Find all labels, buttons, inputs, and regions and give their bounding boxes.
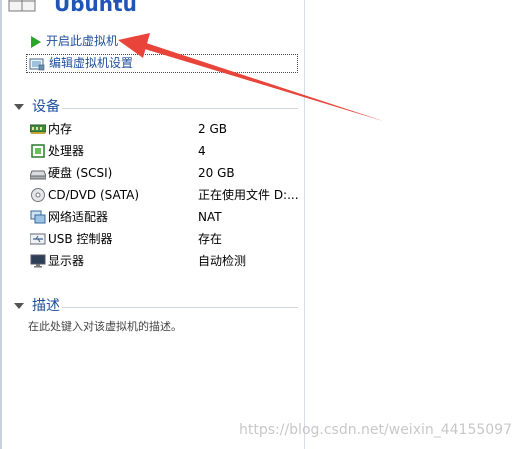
network-adapter-icon xyxy=(30,210,46,224)
panel-divider xyxy=(304,0,305,449)
harddisk-icon xyxy=(30,170,46,180)
device-row-harddisk[interactable]: 硬盘 (SCSI) 20 GB xyxy=(30,163,300,183)
processor-icon xyxy=(31,144,45,158)
device-name: USB 控制器 xyxy=(48,232,113,246)
device-row-display[interactable]: 显示器 自动检测 xyxy=(30,251,300,271)
device-row-cd-dvd[interactable]: CD/DVD (SATA) 正在使用文件 D:... xyxy=(30,185,300,205)
device-value: 自动检测 xyxy=(198,254,247,268)
device-value: 20 GB xyxy=(198,166,235,180)
vm-icon xyxy=(8,0,36,12)
devices-header: 设备 xyxy=(32,99,60,115)
device-name: 处理器 xyxy=(48,144,85,158)
watermark: https://blog.csdn.net/weixin_44155097 xyxy=(238,422,512,438)
edit-settings-label: 编辑虚拟机设置 xyxy=(49,56,134,70)
collapse-triangle-icon xyxy=(14,104,24,110)
device-value: 存在 xyxy=(198,232,223,246)
description-rule xyxy=(62,307,298,308)
display-icon xyxy=(30,254,46,268)
description-section-toggle[interactable]: 描述 xyxy=(14,297,60,315)
window-left-border xyxy=(0,0,2,449)
memory-icon xyxy=(30,124,46,134)
device-value: 4 xyxy=(198,144,206,158)
vm-title: Ubuntu xyxy=(54,0,137,16)
device-name: 显示器 xyxy=(48,254,85,268)
device-value: 正在使用文件 D:... xyxy=(198,188,299,202)
settings-icon xyxy=(29,58,45,70)
device-value: NAT xyxy=(198,210,222,224)
device-name: 硬盘 (SCSI) xyxy=(48,166,113,180)
power-on-label: 开启此虚拟机 xyxy=(46,34,119,48)
cd-dvd-icon xyxy=(31,188,45,202)
device-name: 网络适配器 xyxy=(48,210,109,224)
device-row-processor[interactable]: 处理器 4 xyxy=(30,141,300,161)
device-value: 2 GB xyxy=(198,122,227,136)
collapse-triangle-icon xyxy=(14,303,24,309)
device-row-memory[interactable]: 内存 2 GB xyxy=(30,119,300,139)
edit-settings-button[interactable]: 编辑虚拟机设置 xyxy=(26,54,298,73)
device-name: CD/DVD (SATA) xyxy=(48,188,140,202)
description-header: 描述 xyxy=(32,298,60,314)
description-field[interactable]: 在此处键入对该虚拟机的描述。 xyxy=(28,318,182,334)
device-row-usb[interactable]: USB 控制器 存在 xyxy=(30,229,300,249)
devices-section-toggle[interactable]: 设备 xyxy=(14,98,60,116)
power-on-button[interactable]: 开启此虚拟机 xyxy=(30,33,118,50)
device-name: 内存 xyxy=(48,122,73,136)
device-row-network[interactable]: 网络适配器 NAT xyxy=(30,207,300,227)
devices-rule xyxy=(62,108,298,109)
play-icon xyxy=(31,35,41,48)
usb-icon xyxy=(30,233,46,245)
